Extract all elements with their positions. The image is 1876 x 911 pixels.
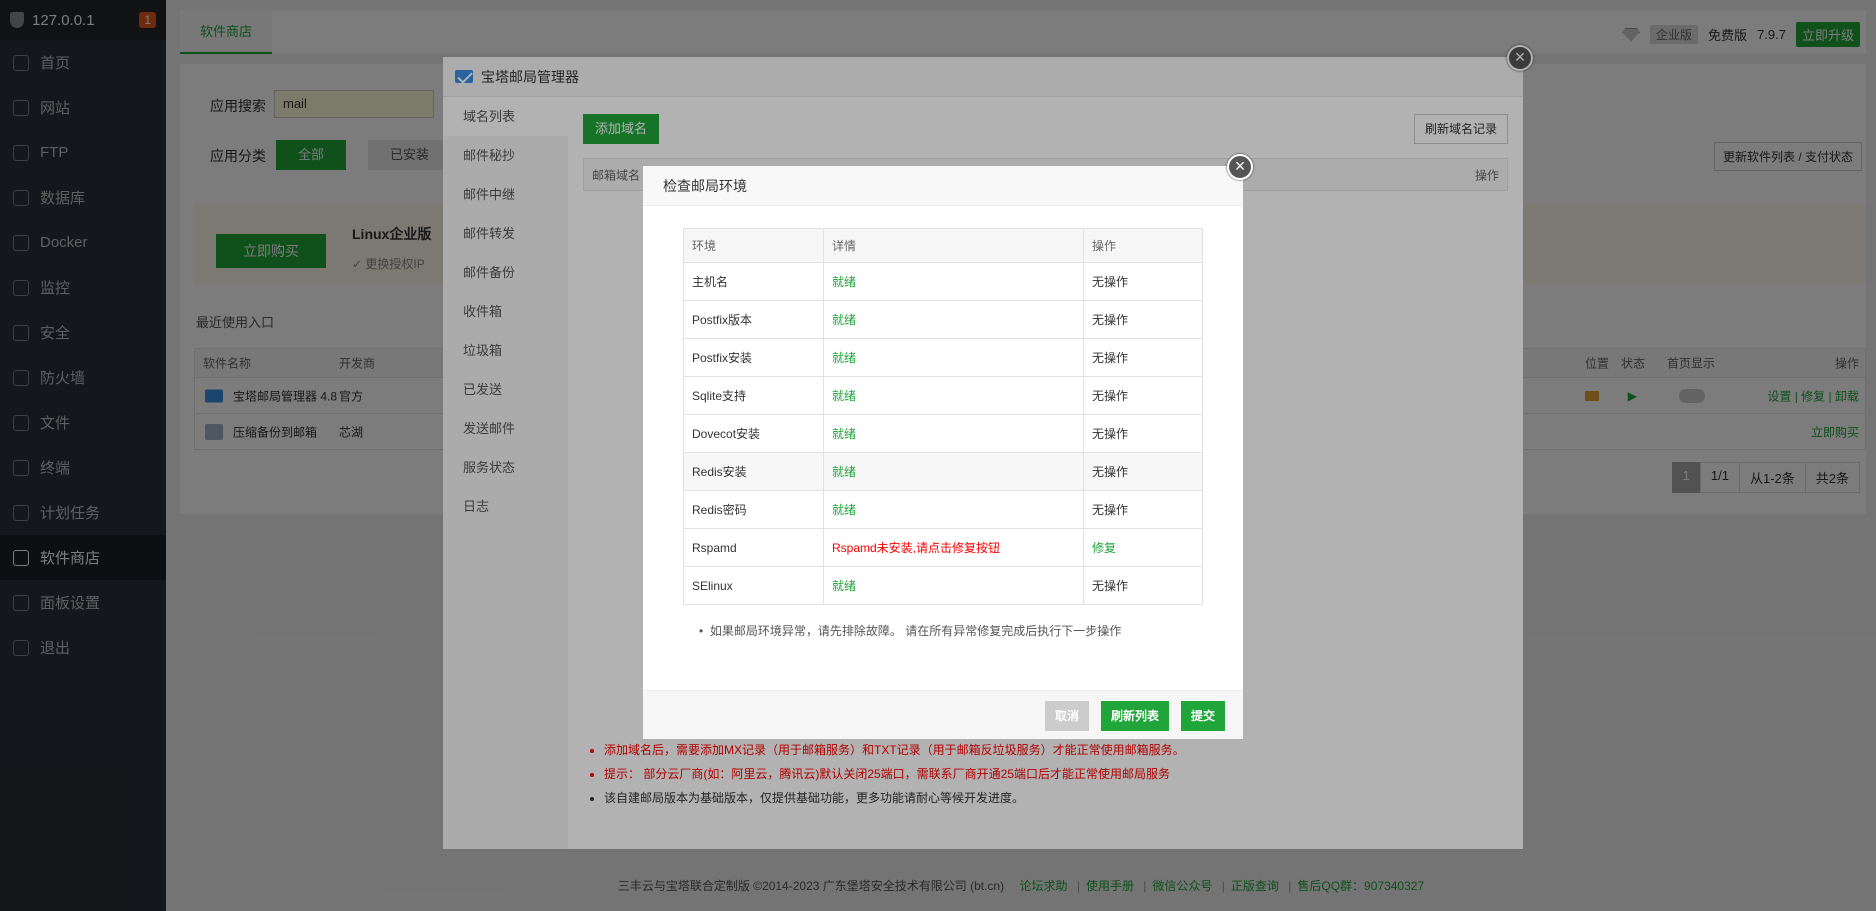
check-env-dialog: 检查邮局环境 环境 详情 操作 主机名 就绪 无操作 Postfix版本 就绪 无操作 … [643, 166, 1243, 739]
env-detail-error: Rspamd未安装,请点击修复按钮 [823, 528, 1084, 567]
check-dialog-footer: 取消 刷新列表 提交 [643, 690, 1243, 739]
repair-rspamd-link[interactable]: 修复 [1083, 528, 1203, 567]
env-op: 无操作 [1083, 414, 1203, 453]
env-name: Sqlite支持 [683, 376, 824, 415]
cancel-button[interactable]: 取消 [1044, 701, 1089, 731]
env-name: Dovecot安装 [683, 414, 824, 453]
env-name: SElinux [683, 566, 824, 605]
table-row: Dovecot安装 就绪 无操作 [683, 414, 1203, 453]
env-name: Redis密码 [683, 490, 824, 529]
env-name: Postfix安装 [683, 338, 824, 377]
table-row: Redis密码 就绪 无操作 [683, 490, 1203, 529]
col-env: 环境 [683, 228, 824, 263]
col-op: 操作 [1083, 228, 1203, 263]
env-op: 无操作 [1083, 300, 1203, 339]
env-detail: 就绪 [823, 262, 1084, 301]
env-detail: 就绪 [823, 414, 1084, 453]
table-row: Sqlite支持 就绪 无操作 [683, 376, 1203, 415]
col-detail: 详情 [823, 228, 1084, 263]
env-op: 无操作 [1083, 338, 1203, 377]
env-op: 无操作 [1083, 262, 1203, 301]
env-name: Postfix版本 [683, 300, 824, 339]
env-name: 主机名 [683, 262, 824, 301]
table-row: SElinux 就绪 无操作 [683, 566, 1203, 605]
env-name: Rspamd [683, 528, 824, 567]
env-detail: 就绪 [823, 300, 1084, 339]
env-op: 无操作 [1083, 490, 1203, 529]
close-check-dialog-icon[interactable]: × [1227, 154, 1253, 180]
table-row: Redis安装 就绪 无操作 [683, 452, 1203, 491]
env-table: 环境 详情 操作 主机名 就绪 无操作 Postfix版本 就绪 无操作 Postfix… [683, 228, 1203, 605]
refresh-list-button[interactable]: 刷新列表 [1100, 701, 1169, 731]
env-detail: 就绪 [823, 490, 1084, 529]
table-row: Rspamd Rspamd未安装,请点击修复按钮 修复 [683, 528, 1203, 567]
table-row: Postfix安装 就绪 无操作 [683, 338, 1203, 377]
env-detail: 就绪 [823, 376, 1084, 415]
env-name: Redis安装 [683, 452, 824, 491]
check-tip: • 如果邮局环境异常，请先排除故障。 请在所有异常修复完成后执行下一步操作 [699, 624, 1122, 638]
env-op: 无操作 [1083, 376, 1203, 415]
check-env-title: 检查邮局环境 [643, 166, 1243, 206]
env-detail: 就绪 [823, 452, 1084, 491]
env-detail: 就绪 [823, 566, 1084, 605]
env-op: 无操作 [1083, 566, 1203, 605]
env-table-header: 环境 详情 操作 [683, 228, 1203, 263]
submit-button[interactable]: 提交 [1180, 701, 1225, 731]
table-row: 主机名 就绪 无操作 [683, 262, 1203, 301]
table-row: Postfix版本 就绪 无操作 [683, 300, 1203, 339]
env-detail: 就绪 [823, 338, 1084, 377]
env-op: 无操作 [1083, 452, 1203, 491]
check-tip-text: 如果邮局环境异常，请先排除故障。 请在所有异常修复完成后执行下一步操作 [709, 624, 1122, 638]
